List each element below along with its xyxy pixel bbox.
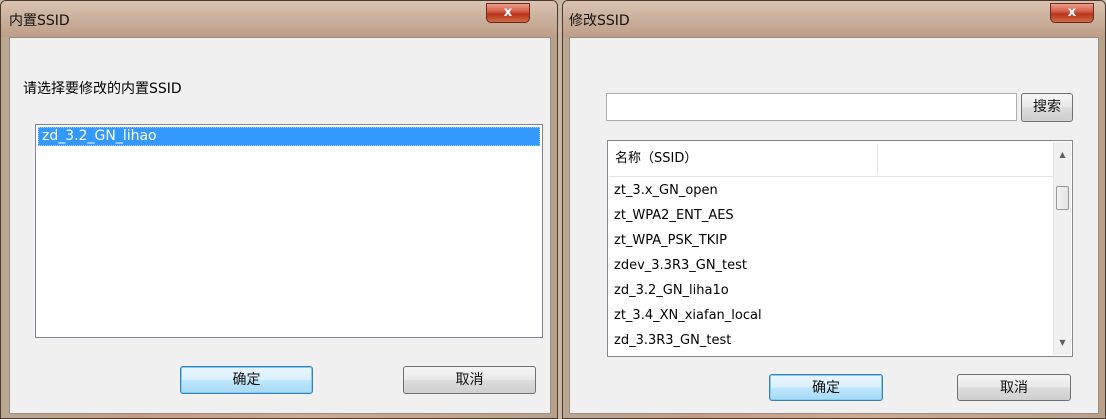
table-row[interactable]: zt_3.4_XN_xiafan_local (614, 304, 762, 328)
table-row[interactable]: zd_3.2_GN_liha1o (614, 279, 729, 303)
chevron-up-icon[interactable]: ▲ (1054, 146, 1071, 163)
scrollbar-thumb[interactable] (1056, 186, 1069, 210)
modify-ssid-dialog: 修改SSID x 搜索 名称（SSID） zt_3.x_GN_open zt_W… (562, 0, 1106, 419)
ssid-listbox[interactable]: zd_3.2_GN_lihao (35, 124, 543, 338)
dialog-body: 搜索 名称（SSID） zt_3.x_GN_open zt_WPA2_ENT_A… (569, 37, 1099, 414)
close-icon: x (1067, 5, 1077, 20)
prompt-label: 请选择要修改的内置SSID (23, 81, 182, 97)
title-bar[interactable]: 内置SSID x (1, 1, 557, 37)
column-header-blank[interactable] (879, 142, 1065, 176)
column-header-name[interactable]: 名称（SSID） (609, 142, 877, 176)
search-button[interactable]: 搜索 (1021, 93, 1073, 122)
chevron-down-icon[interactable]: ▼ (1054, 334, 1071, 351)
close-button[interactable]: x (486, 3, 530, 23)
close-icon: x (503, 5, 513, 20)
ssid-table[interactable]: 名称（SSID） zt_3.x_GN_open zt_WPA2_ENT_AES … (607, 140, 1073, 357)
column-divider[interactable] (877, 144, 878, 174)
cancel-button[interactable]: 取消 (403, 366, 536, 394)
cancel-button[interactable]: 取消 (957, 374, 1071, 401)
table-header: 名称（SSID） (609, 142, 1054, 177)
table-row[interactable]: zt_WPA2_ENT_AES (614, 204, 734, 228)
dialog-body: 请选择要修改的内置SSID zd_3.2_GN_lihao 确定 取消 (9, 37, 551, 414)
table-row[interactable]: zt_3.x_GN_open (614, 179, 718, 203)
builtin-ssid-dialog: 内置SSID x 请选择要修改的内置SSID zd_3.2_GN_lihao 确… (0, 0, 558, 419)
title-bar[interactable]: 修改SSID x (563, 1, 1105, 37)
ok-button[interactable]: 确定 (180, 366, 313, 394)
table-row[interactable]: zd_3.3R3_GN_test (614, 329, 731, 353)
table-row[interactable]: zt_WPA_PSK_TKIP (614, 229, 727, 253)
dialog-title: 内置SSID (9, 13, 70, 29)
dialog-title: 修改SSID (569, 13, 630, 29)
list-item[interactable]: zd_3.2_GN_lihao (38, 127, 540, 146)
vertical-scrollbar[interactable]: ▲ ▼ (1053, 142, 1071, 355)
table-row[interactable]: zdev_3.3R3_GN_test (614, 254, 747, 278)
search-input[interactable] (606, 93, 1017, 121)
ok-button[interactable]: 确定 (769, 374, 883, 401)
close-button[interactable]: x (1050, 3, 1094, 23)
